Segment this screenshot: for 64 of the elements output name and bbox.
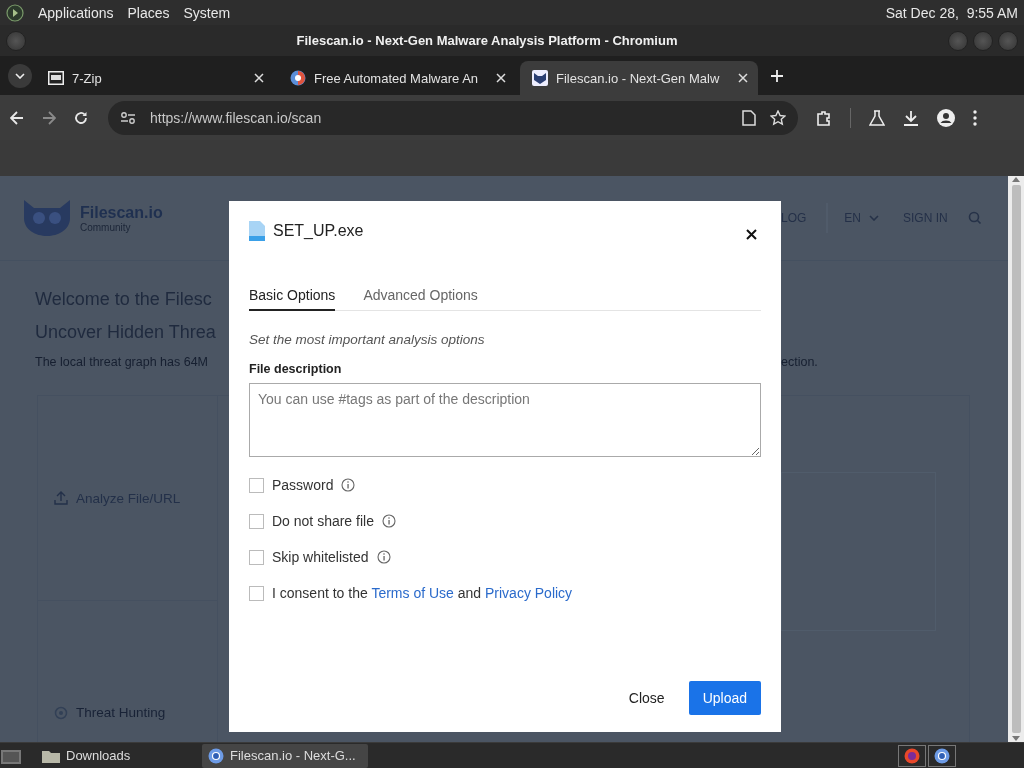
checkbox[interactable] (249, 477, 264, 493)
description-field[interactable]: You can use #tags as part of the description (249, 383, 761, 457)
forward-icon[interactable] (42, 110, 56, 125)
upload-button[interactable]: Upload (688, 681, 761, 715)
menu-icon[interactable] (973, 109, 977, 126)
puzzle-icon[interactable] (816, 109, 832, 126)
panel-menu[interactable]: Applications (38, 4, 114, 21)
clock: Sat Dec 28, 9:55 AM (885, 4, 1018, 21)
browser-tab[interactable]: Filescan.io - Next-Gen Malw (520, 61, 758, 95)
panel-menu[interactable]: Places (127, 4, 170, 21)
browser-icon (934, 747, 950, 764)
terms-link[interactable]: Terms of Use (371, 585, 454, 601)
info-icon (381, 514, 396, 528)
close-icon (746, 228, 757, 240)
new-tab-icon[interactable] (770, 68, 784, 83)
checkbox[interactable] (249, 513, 264, 529)
chevron-icon (869, 215, 879, 221)
hint-text: Set the most important analysis options (249, 332, 486, 347)
field-label: File description (249, 362, 343, 376)
checkbox[interactable] (249, 585, 264, 601)
firefox-launcher[interactable] (898, 744, 926, 767)
option-label[interactable]: Do not share file (272, 513, 374, 529)
upload-icon (54, 491, 68, 505)
app-menu-icon[interactable] (6, 3, 24, 22)
consent-text: I consent to the Terms of Use and Privacy Policy (272, 585, 573, 601)
fox-icon (904, 747, 920, 764)
folder-icon (42, 748, 60, 763)
tab-search-button[interactable] (8, 63, 32, 88)
colorful-logo-icon (290, 70, 306, 86)
dialog-tab[interactable]: Advanced Options (363, 287, 478, 311)
checkbox[interactable] (249, 549, 264, 565)
taskbar-item[interactable]: Downloads (36, 743, 202, 768)
profile-icon[interactable] (937, 108, 955, 127)
info-icon (341, 478, 356, 492)
chevron-icon (15, 72, 25, 79)
address-bar[interactable]: https://www.filescan.io/scan (108, 100, 798, 135)
browser-tab[interactable]: 7-Zip (36, 61, 274, 95)
file-name: SET_UP.exe (273, 222, 365, 240)
panel-menu[interactable]: System (183, 4, 231, 21)
window-title: Filescan.io - Next-Gen Malware Analysis Platform - Chromium (296, 33, 678, 48)
browser-tab[interactable]: Free Automated Malware An (278, 61, 516, 95)
flask-icon[interactable] (869, 109, 885, 126)
option-label[interactable]: Skip whitelisted (272, 549, 369, 565)
info-icon (376, 550, 391, 564)
page-icon[interactable] (742, 109, 756, 126)
close-button[interactable]: Close (626, 682, 667, 714)
site-settings-icon (120, 110, 136, 125)
reload-icon[interactable] (74, 110, 88, 125)
archive-icon (48, 71, 64, 85)
scrollbar[interactable] (1008, 176, 1024, 742)
option-label[interactable]: Password (272, 477, 334, 493)
dialog-tab[interactable]: Basic Options (249, 287, 336, 311)
close-icon[interactable] (254, 73, 264, 83)
star-icon[interactable] (770, 109, 786, 126)
browser-launcher[interactable] (928, 744, 956, 767)
close-icon[interactable] (738, 73, 748, 83)
back-icon[interactable] (10, 110, 24, 125)
gear-icon (54, 706, 68, 720)
taskbar-item[interactable]: Filescan.io - Next-G... (202, 743, 368, 768)
close-icon[interactable] (496, 73, 506, 83)
privacy-link[interactable]: Privacy Policy (485, 585, 573, 601)
download-icon[interactable] (903, 109, 919, 126)
file-icon (249, 221, 265, 241)
browser-icon (208, 747, 224, 764)
